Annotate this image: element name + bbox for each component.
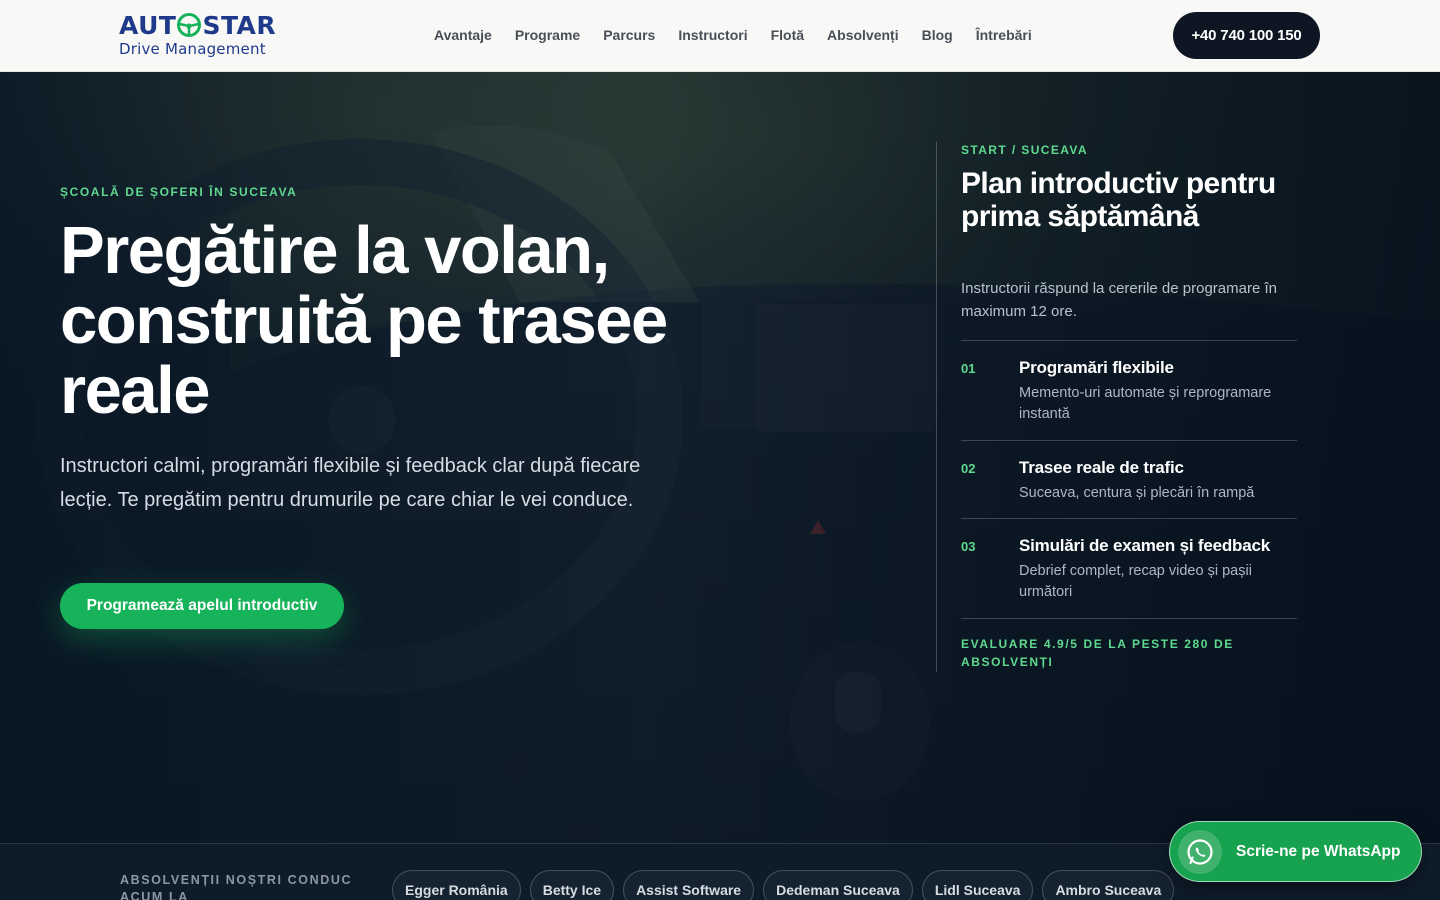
plan-step: 01 Programări flexibile Memento-uri auto… — [961, 340, 1297, 440]
step-description: Debrief complet, recap video și pașii ur… — [1019, 563, 1252, 600]
nav-item-flota[interactable]: Flotă — [771, 27, 804, 43]
step-number: 02 — [961, 461, 976, 476]
hero-description: Instructori calmi, programări flexibile … — [60, 455, 641, 511]
rating-note: EVALUARE 4.9/5 DE LA PESTE 280 DE ABSOLV… — [961, 637, 1234, 669]
step-title: Simulări de examen și feedback — [1019, 536, 1271, 555]
step-number: 01 — [961, 361, 976, 376]
book-intro-call-button[interactable]: Programează apelul introductiv — [60, 583, 344, 629]
step-description: Memento-uri automate și reprogramare ins… — [1019, 385, 1272, 422]
hero-title: Pregătire la volan, construită pe trasee… — [60, 213, 668, 428]
hero-eyebrow: ȘCOALĂ DE ȘOFERI ÎN SUCEAVA — [60, 185, 298, 199]
panel-description: Instructorii răspund la cererile de prog… — [961, 280, 1277, 320]
step-title: Programări flexibile — [1019, 358, 1174, 377]
plan-step: 02 Trasee reale de trafic Suceava, centu… — [961, 440, 1297, 518]
employers-label: ABSOLVENȚII NOȘTRI CONDUC ACUM LA — [120, 873, 353, 900]
employer-chip: Lidl Suceava — [921, 870, 1034, 900]
intro-plan-panel: START / SUCEAVA Plan introductiv pentru … — [936, 142, 1297, 672]
panel-eyebrow: START / SUCEAVA — [961, 143, 1089, 157]
logo-text-right: STAR — [202, 11, 277, 40]
whatsapp-button[interactable]: Scrie-ne pe WhatsApp — [1169, 821, 1422, 882]
nav-item-intrebari[interactable]: Întrebări — [976, 27, 1032, 43]
step-title: Trasee reale de trafic — [1019, 458, 1184, 477]
phone-button[interactable]: +40 740 100 150 — [1173, 12, 1320, 59]
nav-item-programe[interactable]: Programe — [515, 27, 580, 43]
main-nav: Avantaje Programe Parcurs Instructori Fl… — [434, 27, 1055, 43]
nav-item-avantaje[interactable]: Avantaje — [434, 27, 492, 43]
logo-subtitle: Drive Management — [119, 40, 266, 58]
nav-item-instructori[interactable]: Instructori — [678, 27, 747, 43]
employer-chip: Egger România — [392, 870, 521, 900]
logo[interactable]: AUT STAR Drive Management — [119, 12, 279, 60]
employer-chip: Betty Ice — [529, 870, 615, 900]
divider — [961, 618, 1297, 619]
nav-item-blog[interactable]: Blog — [922, 27, 953, 43]
employer-chip: Ambro Suceava — [1042, 870, 1175, 900]
whatsapp-label: Scrie-ne pe WhatsApp — [1236, 842, 1401, 860]
steering-wheel-icon — [177, 13, 202, 37]
nav-item-absolventi[interactable]: Absolvenți — [827, 27, 899, 43]
step-description: Suceava, centura și plecări în rampă — [1019, 485, 1255, 501]
employer-chip: Dedeman Suceava — [763, 870, 913, 900]
plan-step: 03 Simulări de examen și feedback Debrie… — [961, 518, 1297, 618]
logo-text-left: AUT — [119, 11, 177, 40]
nav-item-parcurs[interactable]: Parcurs — [603, 27, 655, 43]
step-number: 03 — [961, 539, 976, 554]
employers-list: Egger România Betty Ice Assist Software … — [392, 870, 1183, 900]
hero-section: ȘCOALĂ DE ȘOFERI ÎN SUCEAVA Pregătire la… — [0, 72, 1440, 843]
employer-chip: Assist Software — [623, 870, 755, 900]
logo-wordmark: AUT STAR — [119, 12, 279, 40]
whatsapp-icon — [1178, 829, 1222, 874]
panel-title: Plan introductiv pentru prima săptămână — [961, 167, 1276, 233]
site-header: AUT STAR Drive Management Avantaje Progr… — [0, 0, 1440, 72]
